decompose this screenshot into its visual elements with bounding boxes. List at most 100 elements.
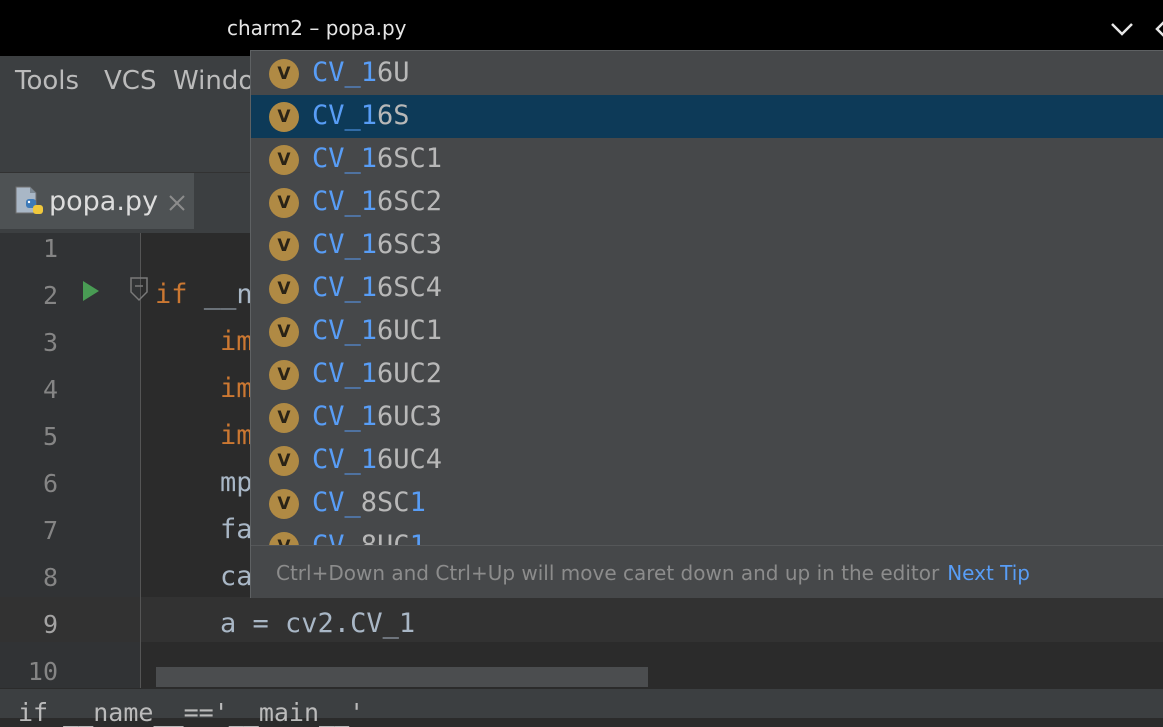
completion-item[interactable]: V CV_16SC3 xyxy=(251,224,1163,267)
completion-item[interactable]: V CV_16U xyxy=(251,52,1163,95)
match-text: CV_1 xyxy=(312,315,378,346)
rest-text: 6UC4 xyxy=(377,444,443,475)
completion-item[interactable]: V CV_8SC1 xyxy=(251,482,1163,525)
python-file-icon xyxy=(12,185,46,221)
code-text: mp xyxy=(155,467,253,498)
match-text: CV_1 xyxy=(312,444,378,475)
variable-icon: V xyxy=(269,403,299,433)
line-number: 2 xyxy=(42,281,58,310)
completion-item-label: CV_16SC3 xyxy=(312,229,442,260)
menu-window[interactable]: Windo xyxy=(173,66,254,96)
rest-text: 6SC1 xyxy=(377,143,443,174)
match-text: CV_1 xyxy=(312,401,378,432)
code-text: if xyxy=(155,279,188,310)
match-text: CV_1 xyxy=(312,229,378,260)
match-text: CV_1 xyxy=(312,100,378,131)
completion-popup: V CV_16U V CV_16S V CV_16SC1 V CV_16SC2 V CV_16SC… xyxy=(250,50,1163,598)
completion-item-label: CV_16UC4 xyxy=(312,444,442,475)
completion-item[interactable]: V CV_16UC3 xyxy=(251,396,1163,439)
rest-text: 6S xyxy=(377,100,410,131)
code-text: a = cv2.CV_1 xyxy=(155,608,416,639)
line-number: 9 xyxy=(42,610,58,639)
code-text: im xyxy=(155,420,253,451)
chevron-left-icon[interactable] xyxy=(1154,19,1163,39)
rest-text: 6UC2 xyxy=(377,358,443,389)
completion-list: V CV_16U V CV_16S V CV_16SC1 V CV_16SC2 V CV_16SC… xyxy=(251,51,1163,545)
code-text: __n xyxy=(187,279,253,310)
completion-item[interactable]: V CV_16SC2 xyxy=(251,181,1163,224)
line-number: 6 xyxy=(42,469,58,498)
completion-item-label: CV_16UC2 xyxy=(312,358,442,389)
completion-item[interactable]: V CV_16UC1 xyxy=(251,310,1163,353)
variable-icon: V xyxy=(269,360,299,390)
completion-item-label: CV_16U xyxy=(312,57,410,88)
completion-item[interactable]: V CV_8UC1 xyxy=(251,525,1163,545)
completion-tip: Ctrl+Down and Ctrl+Up will move caret do… xyxy=(276,561,1030,585)
rest-text: 6SC2 xyxy=(377,186,443,217)
variable-icon: V xyxy=(269,59,299,89)
menu-tools[interactable]: Tools xyxy=(15,66,79,96)
variable-icon: V xyxy=(269,317,299,347)
variable-icon: V xyxy=(269,532,299,545)
rest-text: 8SC xyxy=(360,487,410,518)
close-icon[interactable] xyxy=(167,193,187,213)
rest-text: 6UC3 xyxy=(377,401,443,432)
completion-item-label: CV_8UC1 xyxy=(312,530,426,545)
completion-item-label: CV_16UC1 xyxy=(312,315,442,346)
completion-item-label: CV_8SC1 xyxy=(312,487,426,518)
completion-item-label: CV_16S xyxy=(312,100,410,131)
code-text: im xyxy=(155,373,253,404)
variable-icon: V xyxy=(269,231,299,261)
match-text: CV_1 xyxy=(312,358,378,389)
rest-text: 6SC3 xyxy=(377,229,443,260)
variable-icon: V xyxy=(269,446,299,476)
line-number: 3 xyxy=(42,328,58,357)
rest-text: 6UC1 xyxy=(377,315,443,346)
breadcrumb[interactable]: if __name__=='__main__' xyxy=(18,698,364,727)
completion-item[interactable]: V CV_16UC2 xyxy=(251,353,1163,396)
line-number: 7 xyxy=(42,516,58,545)
match-text: 1 xyxy=(410,530,426,545)
variable-icon: V xyxy=(269,489,299,519)
rest-text: 6U xyxy=(377,57,410,88)
line-number: 1 xyxy=(42,234,58,263)
code-text: im xyxy=(155,326,253,357)
match-text: 1 xyxy=(409,487,426,518)
variable-icon: V xyxy=(269,274,299,304)
variable-icon: V xyxy=(269,102,299,132)
match-text: CV_ xyxy=(312,487,361,518)
line-number: 4 xyxy=(42,375,58,404)
line-number: 8 xyxy=(42,563,58,592)
match-text: CV_1 xyxy=(312,186,378,217)
variable-icon: V xyxy=(269,188,299,218)
code-text: ca xyxy=(155,561,253,592)
completion-tip-bar: Ctrl+Down and Ctrl+Up will move caret do… xyxy=(251,545,1163,598)
match-text: CV_1 xyxy=(312,143,378,174)
completion-item-label: CV_16SC4 xyxy=(312,272,442,303)
completion-item-label: CV_16SC2 xyxy=(312,186,442,217)
menu-vcs[interactable]: VCS xyxy=(104,66,156,96)
run-icon[interactable] xyxy=(80,279,102,303)
horizontal-scrollbar[interactable] xyxy=(156,667,648,687)
completion-item-label: CV_16SC1 xyxy=(312,143,442,174)
completion-item[interactable]: V CV_16SC4 xyxy=(251,267,1163,310)
fold-icon[interactable] xyxy=(128,276,150,302)
match-text: CV_1 xyxy=(312,272,378,303)
next-tip-link[interactable]: Next Tip xyxy=(947,561,1030,585)
completion-item[interactable]: V CV_16SC1 xyxy=(251,138,1163,181)
window-title: charm2 – popa.py xyxy=(227,16,407,40)
tip-text: Ctrl+Down and Ctrl+Up will move caret do… xyxy=(276,561,940,585)
completion-item[interactable]: V CV_16S xyxy=(251,95,1163,138)
completion-item[interactable]: V CV_16UC4 xyxy=(251,439,1163,482)
title-bar xyxy=(0,0,1163,56)
rest-text: 8UC xyxy=(361,530,410,545)
line-number: 10 xyxy=(27,657,58,686)
variable-icon: V xyxy=(269,145,299,175)
chevron-down-icon[interactable] xyxy=(1110,19,1134,39)
match-text: CV_ xyxy=(312,530,361,545)
completion-item-label: CV_16UC3 xyxy=(312,401,442,432)
rest-text: 6SC4 xyxy=(377,272,443,303)
code-text: fa xyxy=(155,514,253,545)
line-number: 5 xyxy=(42,422,58,451)
match-text: CV_1 xyxy=(312,57,378,88)
